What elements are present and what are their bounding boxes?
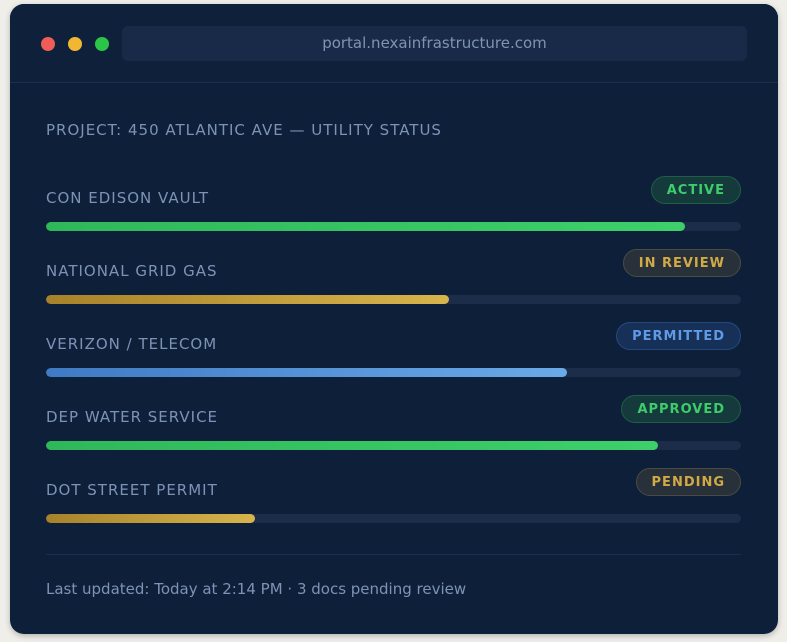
minimize-window-button[interactable] xyxy=(68,37,82,51)
progress-track xyxy=(46,295,741,304)
title-bar: portal.nexainfrastructure.com xyxy=(10,4,778,83)
utility-label: NATIONAL GRID GAS xyxy=(46,262,218,280)
status-badge: APPROVED xyxy=(621,395,741,423)
progress-fill xyxy=(46,368,568,377)
maximize-window-button[interactable] xyxy=(95,37,109,51)
utility-label: DOT STREET PERMIT xyxy=(46,481,218,499)
status-badge: PENDING xyxy=(635,468,741,496)
utility-row-national-grid: NATIONAL GRID GAS IN REVIEW xyxy=(46,245,741,305)
status-badge: PERMITTED xyxy=(616,322,741,350)
address-bar[interactable]: portal.nexainfrastructure.com xyxy=(122,26,747,61)
browser-window: portal.nexainfrastructure.com PROJECT: 4… xyxy=(10,4,778,634)
close-window-button[interactable] xyxy=(41,37,55,51)
utility-label: DEP WATER SERVICE xyxy=(46,408,219,426)
progress-fill xyxy=(46,441,658,450)
last-updated-text: Last updated: Today at 2:14 PM · 3 docs … xyxy=(46,580,467,598)
progress-fill xyxy=(46,222,686,231)
progress-fill xyxy=(46,514,255,523)
utility-row-dot-street: DOT STREET PERMIT PENDING xyxy=(46,464,741,524)
utility-label: CON EDISON VAULT xyxy=(46,189,210,207)
progress-track xyxy=(46,514,741,523)
utility-row-con-edison: CON EDISON VAULT ACTIVE xyxy=(46,172,741,232)
footer-divider xyxy=(46,554,741,555)
page-title: PROJECT: 450 ATLANTIC AVE — UTILITY STAT… xyxy=(46,121,442,139)
progress-track xyxy=(46,441,741,450)
utility-row-dep-water: DEP WATER SERVICE APPROVED xyxy=(46,391,741,451)
progress-track xyxy=(46,368,741,377)
progress-fill xyxy=(46,295,450,304)
status-badge: IN REVIEW xyxy=(622,249,741,277)
utility-label: VERIZON / TELECOM xyxy=(46,335,218,353)
status-badge: ACTIVE xyxy=(650,176,741,204)
utility-row-verizon: VERIZON / TELECOM PERMITTED xyxy=(46,318,741,378)
progress-track xyxy=(46,222,741,231)
